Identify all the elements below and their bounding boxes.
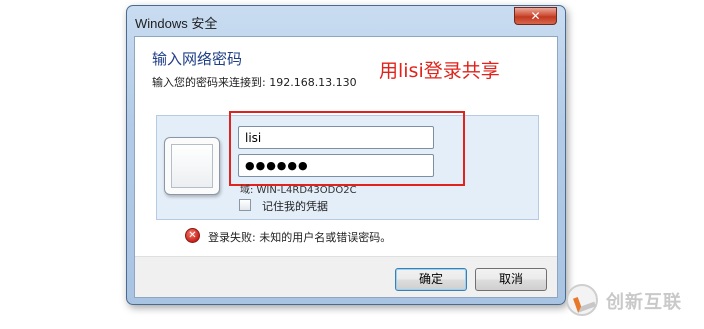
error-text: 登录失败: 未知的用户名或错误密码。 [208, 231, 392, 244]
title-bar[interactable]: Windows 安全 ✕ [127, 6, 565, 36]
dialog-body: 输入网络密码 输入您的密码来连接到: 192.168.13.130 用lisi登… [134, 36, 558, 298]
dialog-heading: 输入网络密码 [152, 50, 243, 68]
close-button[interactable]: ✕ [514, 7, 557, 25]
remember-checkbox[interactable] [239, 199, 251, 211]
brand-logo-icon [566, 284, 598, 316]
ok-button[interactable]: 确定 [395, 268, 467, 291]
annotation-text: 用lisi登录共享 [379, 60, 500, 82]
domain-label: 域: WIN-L4RD43ODO2C [240, 185, 357, 196]
credential-dialog: Windows 安全 ✕ 输入网络密码 输入您的密码来连接到: 192.168.… [126, 5, 566, 305]
x-circle-icon: ✕ [185, 228, 200, 243]
avatar-frame [171, 144, 213, 188]
user-avatar [164, 137, 220, 195]
button-bar: 确定 取消 [135, 256, 557, 297]
connect-target-text: 输入您的密码来连接到: 192.168.13.130 [152, 76, 357, 89]
window-title: Windows 安全 [135, 16, 218, 31]
watermark-text: 创新互联 [606, 292, 682, 313]
watermark: 创新互联 [560, 272, 704, 329]
annotation-highlight-box [229, 111, 465, 186]
remember-label[interactable]: 记住我的凭据 [262, 198, 328, 214]
credential-panel: lisi ●●●●●● 域: WIN-L4RD43ODO2C 记住我的凭据 [156, 111, 539, 220]
cancel-button[interactable]: 取消 [475, 268, 547, 291]
